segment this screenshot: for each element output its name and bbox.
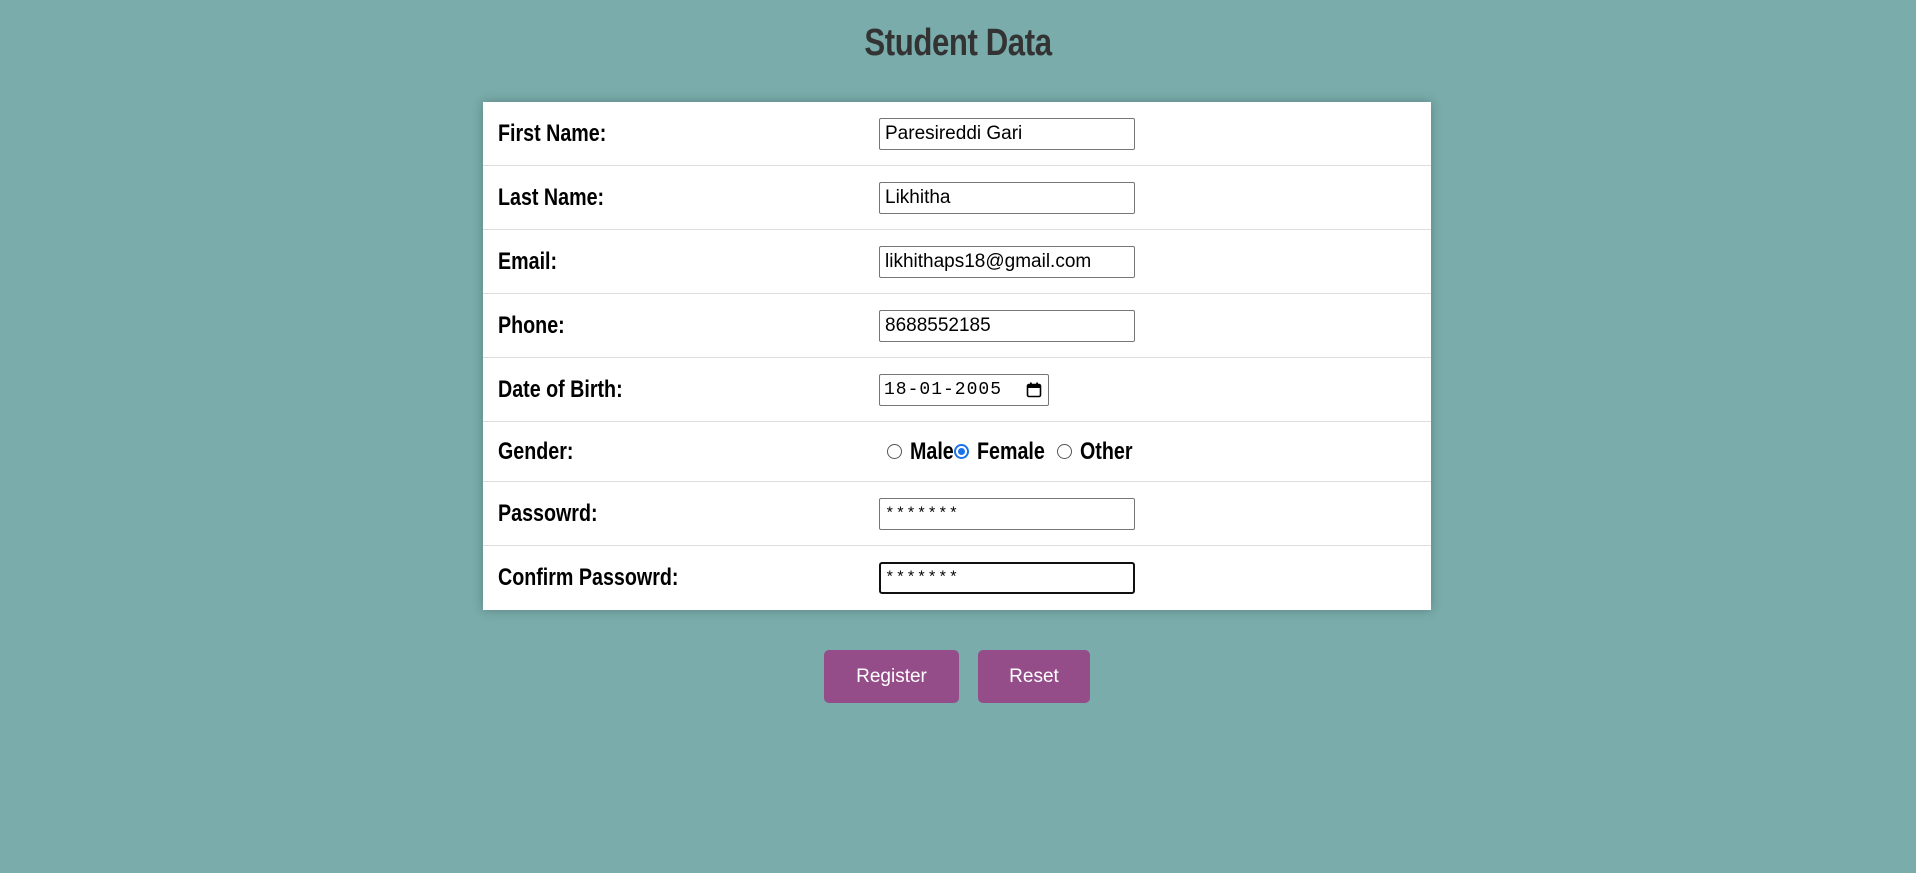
email-input[interactable] <box>879 245 1135 278</box>
confirm-password-input[interactable] <box>879 562 1135 594</box>
register-button[interactable]: Register <box>824 650 959 703</box>
password-row: Passowrd: <box>483 482 1431 546</box>
last-name-input[interactable] <box>879 181 1135 214</box>
first-name-label: First Name: <box>498 119 607 147</box>
first-name-input[interactable] <box>879 117 1135 150</box>
phone-row: Phone: <box>483 294 1431 358</box>
gender-male-radio[interactable] <box>887 444 902 459</box>
calendar-icon[interactable] <box>1026 382 1042 398</box>
password-input[interactable] <box>879 497 1135 530</box>
email-row: Email: <box>483 230 1431 294</box>
first-name-row: First Name: <box>483 102 1431 166</box>
gender-male-label[interactable]: Male <box>910 438 954 466</box>
gender-female-radio[interactable] <box>954 444 969 459</box>
gender-other-label[interactable]: Other <box>1080 438 1132 466</box>
gender-row: Gender: Male Female Other <box>483 422 1431 482</box>
reset-button[interactable]: Reset <box>978 650 1090 703</box>
confirm-password-label: Confirm Passowrd: <box>498 564 679 591</box>
form-buttons: Register Reset <box>824 650 1090 703</box>
phone-label: Phone: <box>498 311 565 339</box>
student-form: First Name: Last Name: Email: Phone: Dat… <box>483 102 1431 610</box>
dob-value: 18-01-2005 <box>884 379 1003 400</box>
confirm-password-row: Confirm Passowrd: <box>483 546 1431 610</box>
password-label: Passowrd: <box>498 499 598 527</box>
last-name-label: Last Name: <box>498 183 605 211</box>
phone-input[interactable] <box>879 309 1135 342</box>
email-label: Email: <box>498 247 558 275</box>
dob-row: Date of Birth: 18-01-2005 <box>483 358 1431 422</box>
gender-female-label[interactable]: Female <box>977 438 1045 466</box>
gender-radio-group: Male Female Other <box>887 438 1140 466</box>
gender-other-radio[interactable] <box>1057 444 1072 459</box>
dob-input[interactable]: 18-01-2005 <box>879 373 1049 406</box>
page-title: Student Data <box>864 22 1052 64</box>
dob-label: Date of Birth: <box>498 375 623 403</box>
gender-label: Gender: <box>498 437 574 465</box>
last-name-row: Last Name: <box>483 166 1431 230</box>
